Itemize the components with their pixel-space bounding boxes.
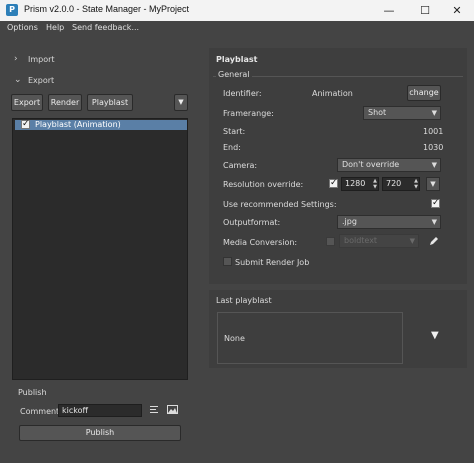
chevron-down-icon: ▼ — [431, 218, 437, 226]
change-identifier-button[interactable]: change — [407, 85, 441, 101]
resolution-override-label: Resolution override: — [223, 180, 304, 189]
outputformat-select[interactable]: .jpg ▼ — [337, 215, 441, 229]
chevron-down-icon: ▼ — [431, 109, 437, 117]
general-group: General Identifier: Animation change Fra… — [213, 70, 463, 280]
preview-image-icon[interactable] — [167, 404, 178, 415]
checkmark-icon: ✓ — [330, 178, 338, 188]
camera-select[interactable]: Don't override ▼ — [337, 158, 441, 172]
spin-arrows-icon[interactable]: ▲ ▼ — [414, 178, 418, 190]
window-title: Prism v2.0.0 - State Manager - MyProject — [24, 4, 190, 14]
comment-label: Comment: — [20, 407, 62, 416]
camera-label: Camera: — [223, 161, 258, 170]
group-title: General — [216, 70, 252, 79]
use-recommended-checkbox[interactable]: ✓ — [431, 198, 440, 208]
maximize-button[interactable]: ☐ — [408, 0, 442, 21]
chevron-down-icon: ▼ — [409, 237, 415, 245]
end-label: End: — [223, 143, 241, 152]
description-icon[interactable] — [149, 405, 159, 415]
last-playblast-panel: Last playblast None ▼ — [209, 290, 467, 368]
import-label: Import — [28, 55, 55, 64]
menu-bar: Options Help Send feedback... — [0, 21, 474, 36]
media-conversion-select[interactable]: boldtext ▼ — [339, 234, 419, 248]
state-label: Playblast (Animation) — [35, 120, 121, 129]
identifier-value: Animation — [312, 89, 353, 98]
last-playblast-preview[interactable]: None — [217, 312, 403, 364]
more-states-dropdown[interactable]: ▼ — [174, 94, 188, 111]
menu-options[interactable]: Options — [7, 23, 38, 32]
framerange-select[interactable]: Shot ▼ — [363, 106, 441, 120]
import-section-header[interactable]: › Import — [8, 51, 192, 69]
playblast-settings-panel: Playblast General Identifier: Animation … — [209, 48, 467, 284]
chevron-down-icon: ⌄ — [14, 75, 22, 85]
chevron-down-icon: ▼ — [431, 161, 437, 169]
checkmark-icon: ✓ — [432, 198, 440, 208]
last-playblast-title: Last playblast — [216, 296, 272, 305]
submit-render-job-label: Submit Render Job — [235, 258, 310, 267]
prism-app-icon: P — [6, 4, 18, 16]
media-conversion-checkbox[interactable] — [326, 237, 335, 246]
submit-render-job-checkbox[interactable] — [223, 257, 232, 266]
checkmark-icon: ✓ — [22, 119, 30, 129]
panel-title: Playblast — [216, 55, 258, 64]
end-value: 1030 — [423, 143, 444, 152]
menu-send-feedback[interactable]: Send feedback... — [72, 23, 139, 32]
outputformat-label: Outputformat: — [223, 218, 281, 227]
last-playblast-menu-icon[interactable]: ▼ — [431, 330, 439, 341]
export-section-header[interactable]: ⌄ Export — [8, 72, 192, 90]
resolution-override-checkbox[interactable]: ✓ — [329, 178, 338, 188]
pencil-icon[interactable] — [428, 235, 440, 247]
resolution-width-spinbox[interactable]: 1280 ▲ ▼ — [341, 177, 379, 191]
resolution-presets-button[interactable]: ▼ — [426, 177, 440, 191]
minimize-button[interactable]: — — [372, 0, 406, 21]
state-row-playblast[interactable]: ✓ Playblast (Animation) — [15, 119, 187, 130]
title-bar: P Prism v2.0.0 - State Manager - MyProje… — [0, 0, 474, 21]
media-conversion-label: Media Conversion: — [223, 238, 298, 247]
comment-input[interactable]: kickoff — [58, 404, 142, 417]
state-enabled-checkbox[interactable]: ✓ — [21, 119, 30, 129]
export-button[interactable]: Export — [11, 94, 43, 111]
chevron-right-icon: › — [14, 54, 18, 64]
spin-arrows-icon[interactable]: ▲ ▼ — [373, 178, 377, 190]
publish-section-label: Publish — [18, 388, 47, 397]
close-button[interactable]: ✕ — [440, 0, 474, 21]
start-value: 1001 — [423, 127, 444, 136]
framerange-label: Framerange: — [223, 109, 274, 118]
identifier-label: Identifier: — [223, 89, 262, 98]
use-recommended-label: Use recommended Settings: — [223, 200, 337, 209]
playblast-button[interactable]: Playblast — [87, 94, 133, 111]
render-button[interactable]: Render — [48, 94, 82, 111]
menu-help[interactable]: Help — [46, 23, 64, 32]
last-playblast-value: None — [224, 334, 245, 343]
start-label: Start: — [223, 127, 246, 136]
state-list[interactable]: ✓ Playblast (Animation) — [12, 118, 188, 380]
resolution-height-spinbox[interactable]: 720 ▲ ▼ — [382, 177, 420, 191]
publish-button[interactable]: Publish — [19, 425, 181, 441]
export-label: Export — [28, 76, 55, 85]
